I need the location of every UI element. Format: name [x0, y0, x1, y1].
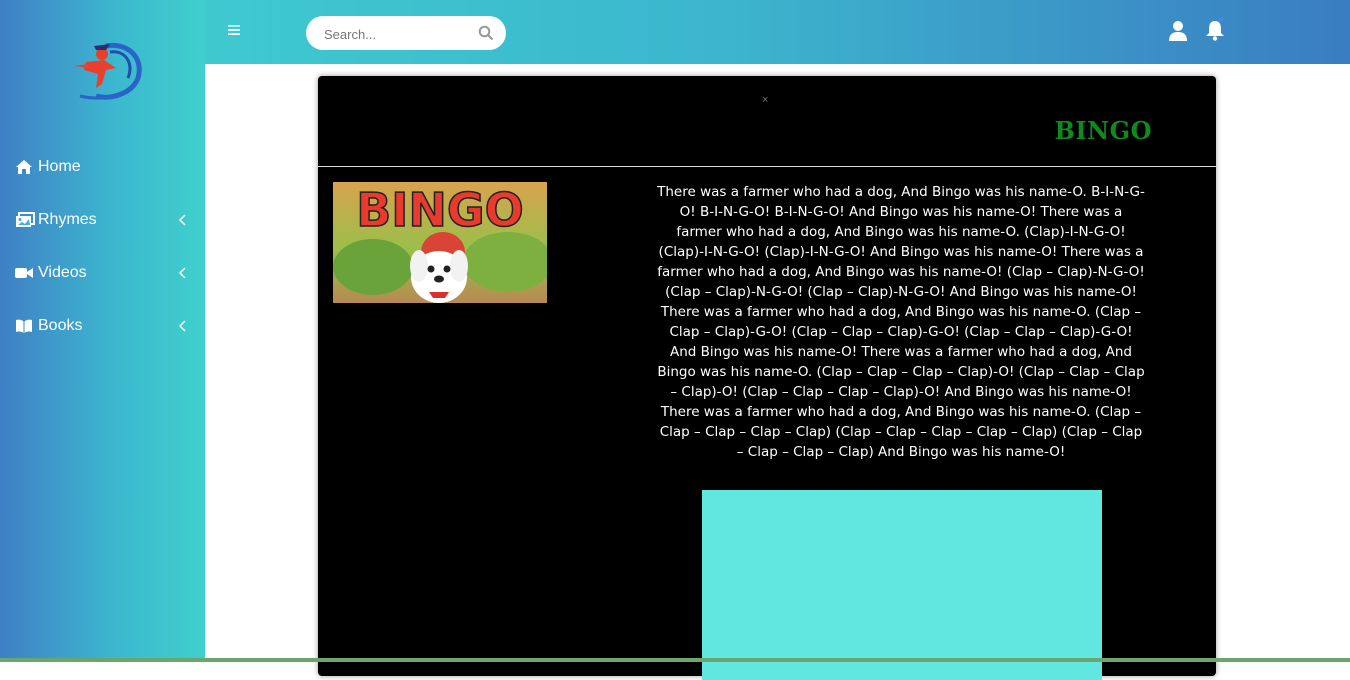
sidebar-item-label: Rhymes	[38, 211, 97, 228]
search-icon[interactable]	[478, 25, 494, 41]
rhyme-modal: × BINGO BINGO There was a farmer who had…	[318, 76, 1216, 680]
taskbar-edge	[0, 658, 1350, 662]
sidebar-item-label: Videos	[38, 264, 87, 281]
rhyme-thumbnail[interactable]: BINGO	[333, 182, 547, 303]
sidebar-item-books[interactable]: Books	[0, 306, 205, 346]
rhyme-lyrics: There was a farmer who had a dog, And Bi…	[657, 184, 1145, 460]
chevron-left-icon[interactable]	[177, 319, 187, 333]
sidebar-item-label: Books	[38, 317, 83, 334]
home-icon	[15, 159, 33, 175]
top-header	[205, 0, 1350, 64]
chevron-left-icon[interactable]	[177, 213, 187, 227]
modal-title: BINGO	[1054, 116, 1152, 145]
book-icon	[15, 318, 33, 334]
user-icon[interactable]	[1168, 20, 1188, 42]
sidebar-item-label: Home	[38, 158, 81, 175]
images-icon	[15, 212, 35, 228]
sidebar-item-home[interactable]: Home	[0, 147, 205, 187]
thumbnail-title: BINGO	[356, 183, 524, 237]
video-player[interactable]	[702, 490, 1102, 680]
menu-toggle-icon[interactable]	[227, 22, 241, 36]
divider	[318, 166, 1216, 167]
close-button[interactable]: ×	[762, 94, 768, 106]
search-input[interactable]	[322, 23, 476, 45]
chevron-left-icon[interactable]	[177, 266, 187, 280]
bell-icon[interactable]	[1205, 17, 1225, 42]
sidebar: Home Rhymes Videos Books	[0, 0, 205, 662]
sidebar-item-videos[interactable]: Videos	[0, 253, 205, 293]
sidebar-item-rhymes[interactable]: Rhymes	[0, 200, 205, 240]
app-logo[interactable]	[66, 38, 144, 102]
search-box	[306, 16, 506, 50]
video-icon	[15, 265, 33, 281]
